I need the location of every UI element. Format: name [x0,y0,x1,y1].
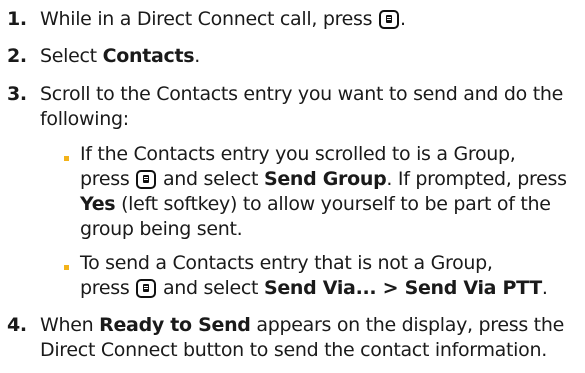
period: . [194,45,201,67]
step-3-line-1: Scroll to the Contacts entry you want to… [40,83,563,105]
bullet-1-line-1: If the Contacts entry you scrolled to is… [80,143,516,165]
step-number: 3. [7,83,27,105]
step-text: Select Contacts. [40,45,200,67]
text: . [541,277,548,299]
bullet-marker [64,156,69,161]
text: and select [162,277,259,299]
bullet-2-line-1: To send a Contacts entry that is not a G… [80,252,493,274]
menu-ok-key-icon [379,10,400,29]
period: . [400,8,406,30]
text: When [40,314,94,336]
menu-ok-key-icon [136,279,157,298]
step-4-line-1: When Ready to Send appears on the displa… [40,314,564,336]
yes-term: Yes [80,193,116,215]
bullet-1-line-2: press and select Send Group. If prompted… [80,168,567,190]
bullet-1-line-3: Yes (left softkey) to allow yourself to … [80,193,551,215]
step-number: 1. [7,8,27,30]
menu-ok-key-icon [136,170,157,189]
text: appears on the display, press the [256,314,564,336]
step-number: 2. [7,45,27,67]
step-2-text: Select [40,45,97,67]
send-group-term: Send Group [263,168,387,190]
send-via-ptt-term: Send Via... > Send Via PTT [263,277,542,299]
step-1-text: While in a Direct Connect call, press [40,8,373,30]
bullet-marker [64,265,69,270]
text: press [80,168,130,190]
text: and select [162,168,259,190]
step-number: 4. [7,314,27,336]
bullet-2-line-2: press and select Send Via... > Send Via … [80,277,548,299]
step-3-line-2: following: [40,108,129,130]
text: press [80,277,130,299]
step-text: While in a Direct Connect call, press . [40,8,406,30]
text: . If prompted, press [386,168,567,190]
step-4-line-2: Direct Connect button to send the contac… [40,339,547,361]
text: (left softkey) to allow yourself to be p… [121,193,551,215]
instruction-page: 1. While in a Direct Connect call, press… [0,0,585,373]
bullet-1-line-4: group being sent. [80,218,243,240]
ready-to-send-term: Ready to Send [99,314,251,336]
contacts-term: Contacts [102,45,195,67]
